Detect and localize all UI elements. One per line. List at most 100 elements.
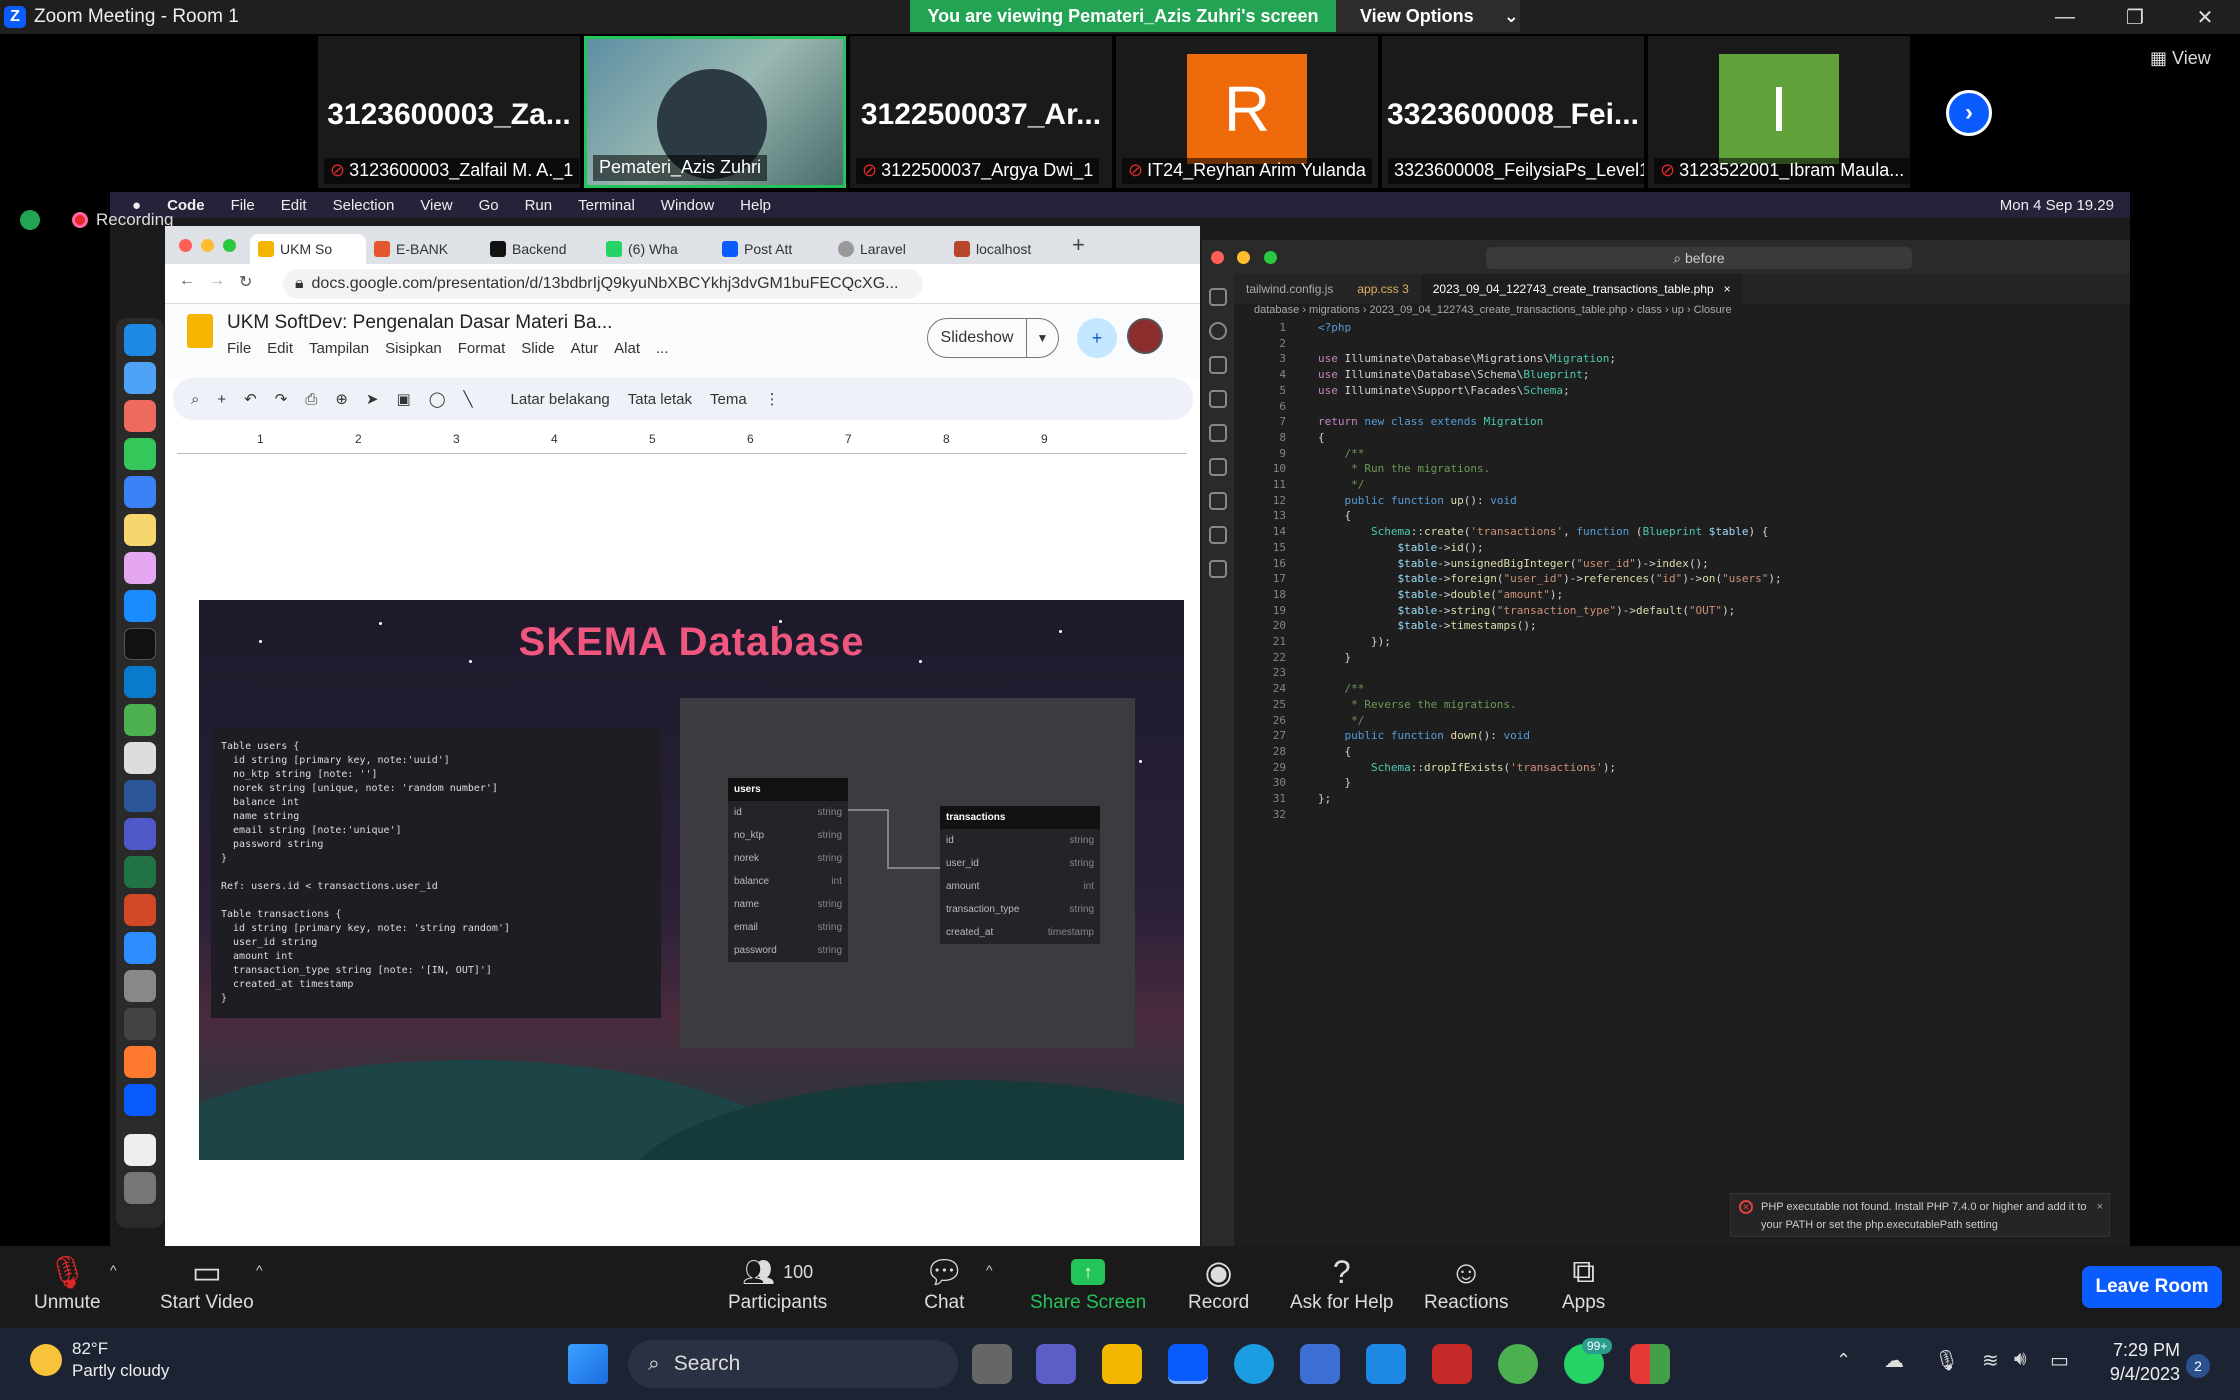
close-button[interactable]: ✕: [2170, 0, 2240, 34]
run-debug-icon[interactable]: [1209, 390, 1227, 408]
launchpad-icon[interactable]: [124, 400, 156, 432]
menu-window[interactable]: Window: [661, 197, 714, 214]
mcafee-icon[interactable]: [1432, 1344, 1472, 1384]
participant-tile[interactable]: R ⊘ IT24_Reyhan Arim Yulanda: [1116, 36, 1378, 188]
word-icon[interactable]: [124, 780, 156, 812]
teams-chat-icon[interactable]: [1036, 1344, 1076, 1384]
menu-slide[interactable]: Slide: [521, 340, 554, 357]
leave-room-button[interactable]: Leave Room: [2082, 1266, 2222, 1308]
task-view-icon[interactable]: [972, 1344, 1012, 1384]
teams-icon[interactable]: [124, 818, 156, 850]
browser-tab[interactable]: localhost: [946, 234, 1062, 264]
taskbar-search[interactable]: ⌕ Search: [628, 1340, 958, 1388]
notes-icon[interactable]: [124, 514, 156, 546]
shape-icon[interactable]: ◯: [429, 390, 446, 408]
slideshow-button[interactable]: Slideshow: [927, 318, 1027, 358]
add-icon[interactable]: +: [217, 391, 226, 408]
menu-view[interactable]: View: [420, 197, 452, 214]
participants-button[interactable]: 👥︎ 100 Participants: [728, 1252, 827, 1314]
zoom-dot-icon[interactable]: [223, 238, 236, 252]
menu-run[interactable]: Run: [525, 197, 553, 214]
zoom-dock-icon[interactable]: [124, 1084, 156, 1116]
participant-tile[interactable]: I ⊘ 3123522001_Ibram Maula...: [1648, 36, 1910, 188]
wifi-icon[interactable]: ≋: [1982, 1348, 1999, 1373]
app-store-icon[interactable]: [124, 590, 156, 622]
slideshow-dropdown-icon[interactable]: ▼: [1027, 318, 1059, 358]
image-icon[interactable]: ▣: [397, 390, 411, 408]
safari-icon[interactable]: [124, 362, 156, 394]
command-center-search[interactable]: ⌕ before: [1486, 247, 1912, 269]
zoom-taskbar-icon[interactable]: [1168, 1344, 1208, 1384]
apps-button[interactable]: ⧉ Apps: [1562, 1252, 1605, 1314]
zoom-dot-icon[interactable]: [1263, 251, 1277, 264]
profile-avatar[interactable]: [1127, 318, 1163, 354]
qr-icon[interactable]: [124, 1134, 156, 1166]
menu-edit[interactable]: Edit: [281, 197, 307, 214]
mail-icon[interactable]: [124, 476, 156, 508]
close-dot-icon[interactable]: [179, 238, 192, 252]
notifications-count-badge[interactable]: 2: [2186, 1354, 2210, 1378]
audio-options-chevron-icon[interactable]: ^: [110, 1262, 117, 1278]
new-tab-icon[interactable]: +: [1072, 232, 1085, 258]
close-dot-icon[interactable]: [1211, 251, 1224, 264]
menu-help[interactable]: Help: [740, 197, 771, 214]
video-options-chevron-icon[interactable]: ^: [256, 1262, 263, 1278]
print-icon[interactable]: ⎙: [305, 391, 317, 408]
search-icon[interactable]: [1209, 322, 1227, 340]
vscode-icon[interactable]: [124, 666, 156, 698]
close-notification-icon[interactable]: ×: [2097, 1198, 2103, 1216]
launcher-icon[interactable]: [1366, 1344, 1406, 1384]
redo-icon[interactable]: ↷: [275, 390, 288, 408]
menu-selection[interactable]: Selection: [333, 197, 395, 214]
browser-tab[interactable]: (6) Wha: [598, 234, 714, 264]
store-icon[interactable]: [1300, 1344, 1340, 1384]
messages-icon[interactable]: [124, 438, 156, 470]
ask-for-help-button[interactable]: ? Ask for Help: [1290, 1252, 1393, 1314]
restore-button[interactable]: ❐: [2100, 0, 2170, 34]
zoom-icon[interactable]: ⊕: [335, 390, 348, 408]
menu-format[interactable]: Format: [458, 340, 506, 357]
editor-tab[interactable]: app.css 3: [1345, 274, 1420, 304]
tray-chevron-icon[interactable]: ⌃: [1836, 1350, 1851, 1371]
breadcrumb[interactable]: database › migrations › 2023_09_04_12274…: [1254, 304, 1732, 316]
minimize-button[interactable]: —: [2030, 0, 2100, 34]
menu-tools[interactable]: Alat: [614, 340, 640, 357]
unmute-button[interactable]: 🎙︎ Unmute: [34, 1252, 101, 1314]
next-page-button[interactable]: ›: [1946, 90, 1992, 136]
photos-icon[interactable]: [124, 552, 156, 584]
remote-icon[interactable]: [1209, 492, 1227, 510]
participant-tile-active-speaker[interactable]: Pemateri_Azis Zuhri: [584, 36, 846, 188]
chat-button[interactable]: 💬︎ Chat: [924, 1252, 965, 1314]
more-icon[interactable]: ⋮: [765, 390, 780, 408]
view-options-button[interactable]: View Options ⌄: [1336, 0, 1520, 32]
more-icon[interactable]: [1209, 560, 1227, 578]
screenshot-icon[interactable]: [124, 742, 156, 774]
source-control-icon[interactable]: [1209, 356, 1227, 374]
taskbar-clock[interactable]: 7:29 PM 9/4/2023: [2100, 1338, 2180, 1386]
file-explorer-icon[interactable]: [1102, 1344, 1142, 1384]
chrome-icon[interactable]: [124, 704, 156, 736]
participant-tile[interactable]: 3123600003_Za... ⊘ 3123600003_Zalfail M. …: [318, 36, 580, 188]
edge-icon[interactable]: [1234, 1344, 1274, 1384]
share-people-icon[interactable]: +: [1077, 318, 1117, 358]
close-tab-icon[interactable]: ×: [1724, 282, 1731, 296]
browser-tab[interactable]: Laravel: [830, 234, 946, 264]
extensions-icon[interactable]: [1209, 424, 1227, 442]
participant-tile[interactable]: 3122500037_Ar... ⊘ 3122500037_Argya Dwi_1: [850, 36, 1112, 188]
participant-tile[interactable]: 3323600008_Fei... 3323600008_FeilysiaPs_…: [1382, 36, 1644, 188]
powerpoint-icon[interactable]: [124, 894, 156, 926]
menu-view[interactable]: Tampilan: [309, 340, 369, 357]
start-icon[interactable]: [568, 1344, 608, 1384]
minimize-dot-icon[interactable]: [1237, 251, 1251, 264]
settings-icon[interactable]: [124, 970, 156, 1002]
search-icon[interactable]: ⌕: [191, 391, 199, 408]
menu-file[interactable]: File: [227, 340, 251, 357]
theme-button[interactable]: Tema: [710, 391, 747, 408]
app-icon[interactable]: [1630, 1344, 1670, 1384]
github-icon[interactable]: [124, 1008, 156, 1040]
address-bar[interactable]: 🔒︎ docs.google.com/presentation/d/13bdbrI…: [283, 268, 923, 299]
trash-icon[interactable]: [124, 1172, 156, 1204]
forward-icon[interactable]: →: [209, 272, 225, 290]
line-icon[interactable]: ╲: [463, 390, 472, 408]
battery-icon[interactable]: ▭: [2050, 1348, 2069, 1373]
